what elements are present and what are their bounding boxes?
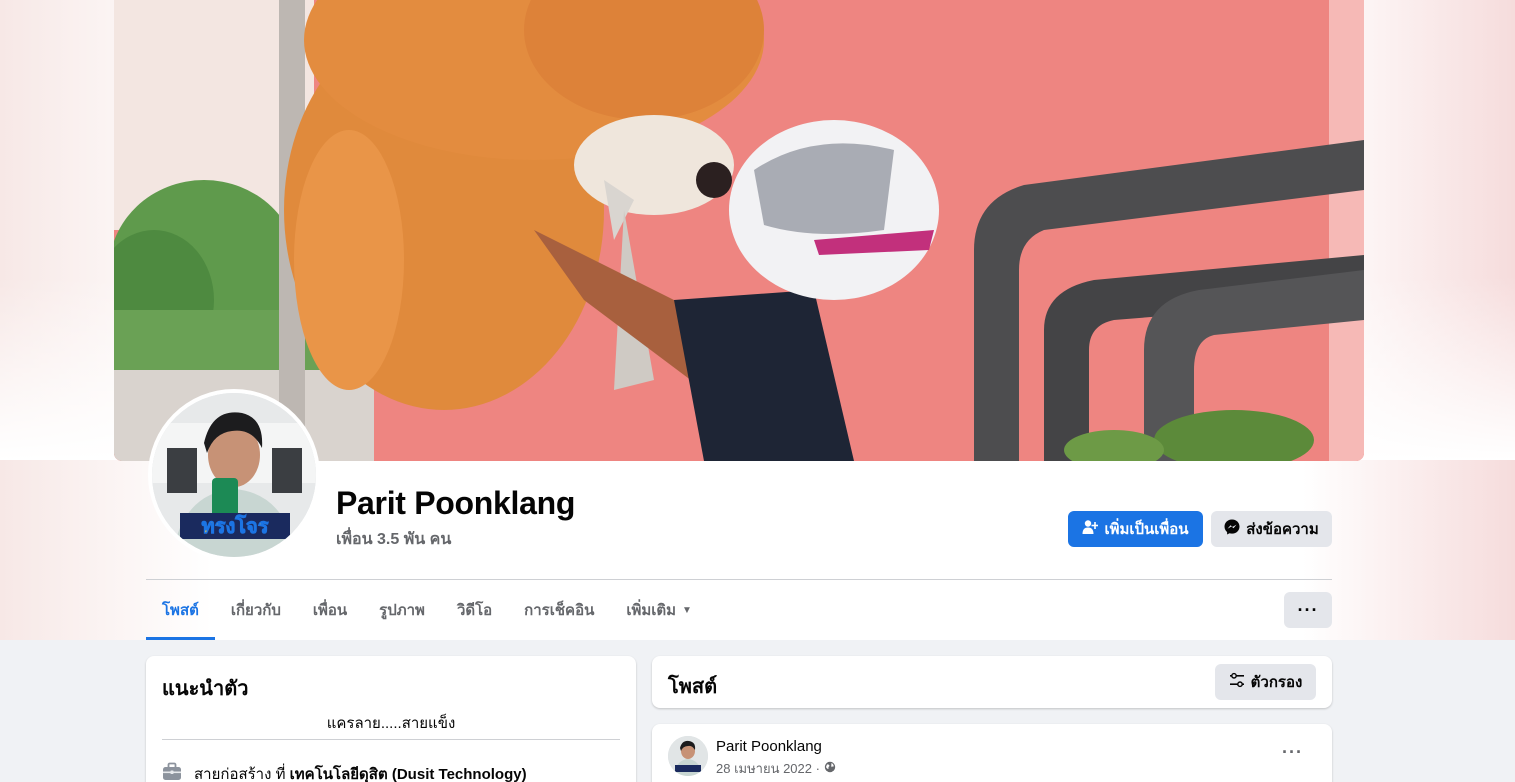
intro-card: แนะนำตัว แครลาย.....สายแข็ง สายก่อสร้าง …	[146, 656, 636, 782]
post-author-name[interactable]: Parit Poonklang	[716, 738, 822, 755]
cover-photo[interactable]	[114, 0, 1364, 461]
post-options-button[interactable]: ···	[1282, 742, 1303, 763]
intro-divider	[162, 739, 620, 740]
tab-label: เพิ่มเติม	[626, 602, 677, 619]
add-friend-button[interactable]: เพิ่มเป็นเพื่อน	[1068, 511, 1203, 547]
cover-photo-image	[114, 0, 1364, 461]
post-date[interactable]: 28 เมษายน 2022 ·	[716, 758, 820, 779]
message-label: ส่งข้อความ	[1246, 521, 1319, 538]
tab-label: โพสต์	[162, 602, 199, 619]
tab-label: การเช็คอิน	[524, 602, 595, 619]
filter-button[interactable]: ตัวกรอง	[1215, 664, 1316, 700]
add-friend-icon	[1082, 519, 1099, 539]
globe-icon	[824, 761, 836, 776]
profile-name: Parit Poonklang	[336, 485, 576, 521]
more-icon: ···	[1297, 599, 1319, 620]
post-author-avatar[interactable]	[668, 736, 708, 776]
tab-checkins[interactable]: การเช็คอิน	[508, 580, 610, 640]
avatar-overlay-text: ทรงโจร	[202, 514, 269, 538]
tab-label: วิดีโอ	[456, 602, 493, 619]
tab-label: เพื่อน	[312, 602, 348, 619]
filter-icon	[1229, 672, 1245, 692]
tab-photos[interactable]: รูปภาพ	[363, 580, 441, 640]
tab-about[interactable]: เกี่ยวกับ	[215, 580, 297, 640]
intro-bio: แครลาย.....สายแข็ง	[326, 715, 456, 732]
tab-posts[interactable]: โพสต์	[146, 580, 215, 640]
tab-more[interactable]: เพิ่มเติม ▼	[610, 580, 708, 640]
caret-down-icon: ▼	[682, 604, 692, 616]
profile-avatar-image: ทรงโจร	[152, 393, 316, 557]
friends-count[interactable]: เพื่อน 3.5 พัน คน	[336, 527, 451, 552]
tab-label: เกี่ยวกับ	[230, 602, 281, 619]
posts-header-card: โพสต์ ตัวกรอง	[652, 656, 1332, 708]
post-meta: 28 เมษายน 2022 ·	[716, 758, 836, 779]
work-prefix: สายก่อสร้าง ที่	[194, 766, 286, 782]
tab-label: รูปภาพ	[379, 602, 425, 619]
profile-tabs: โพสต์ เกี่ยวกับ เพื่อน รูปภาพ วิดีโอ การ…	[146, 580, 708, 640]
profile-avatar[interactable]: ทรงโจร	[148, 389, 320, 561]
profile-more-button[interactable]: ···	[1284, 592, 1332, 628]
message-button[interactable]: ส่งข้อความ	[1211, 511, 1332, 547]
tab-friends[interactable]: เพื่อน	[297, 580, 363, 640]
post-card: Parit Poonklang 28 เมษายน 2022 · ···	[652, 724, 1332, 782]
work-company-link[interactable]: เทคโนโลยีดุสิต (Dusit Technology)	[290, 766, 527, 782]
posts-title: โพสต์	[668, 676, 718, 698]
filter-label: ตัวกรอง	[1250, 674, 1303, 691]
briefcase-icon	[162, 762, 182, 782]
add-friend-label: เพิ่มเป็นเพื่อน	[1104, 521, 1189, 538]
intro-work-item: สายก่อสร้าง ที่ เทคโนโลยีดุสิต (Dusit Te…	[162, 762, 527, 782]
messenger-icon	[1224, 519, 1240, 539]
intro-title: แนะนำตัว	[162, 678, 249, 700]
tab-videos[interactable]: วิดีโอ	[441, 580, 508, 640]
